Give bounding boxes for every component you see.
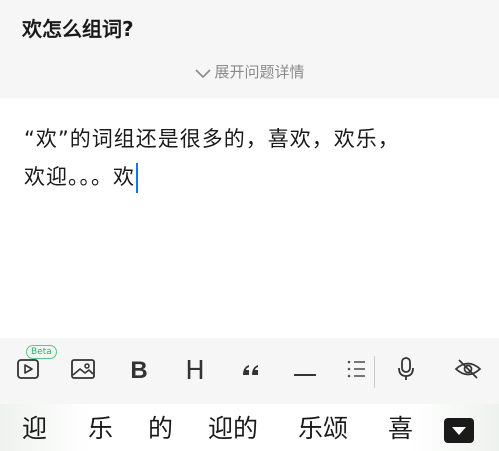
microphone-icon [396,356,416,386]
heading-button[interactable]: H [180,338,210,404]
candidate-item[interactable]: 乐颂 [298,412,348,446]
question-title: 欢怎么组词? [22,17,134,41]
candidate-item[interactable]: 的 [148,412,173,446]
divider-button[interactable] [290,338,320,404]
voice-input-button[interactable] [392,338,420,404]
list-button[interactable] [344,338,368,404]
text-caret [136,163,138,193]
quote-button[interactable] [236,338,266,404]
bold-button[interactable]: B [124,338,154,404]
editor-line-2: 欢迎。。。欢 [24,165,135,189]
editor-line-1: “欢”的词组还是很多的，喜欢，欢乐， [24,127,400,151]
candidate-item[interactable]: 迎 [22,412,47,446]
candidate-item[interactable]: 乐 [88,412,113,446]
horizontal-rule-icon [293,362,317,381]
toolbar-separator [374,356,375,388]
hide-toolbar-button[interactable] [452,338,484,404]
quote-icon [240,361,262,381]
editor-toolbar: Beta B H [0,338,499,404]
chevron-down-icon [194,63,214,81]
ime-candidate-bar: 迎 乐 的 迎的 乐颂 喜 [0,404,499,451]
video-icon [16,358,40,384]
expand-details-link[interactable]: 展开问题详情 [0,60,499,84]
question-header: 欢怎么组词? 展开问题详情 [0,0,499,98]
editor-content[interactable]: “欢”的词组还是很多的，喜欢，欢乐， 欢迎。。。欢 [24,120,479,196]
candidate-item[interactable]: 迎的 [208,412,258,446]
collapse-keyboard-button[interactable] [444,418,474,443]
image-icon [70,358,96,384]
eye-off-icon [454,358,482,384]
candidate-item[interactable]: 喜 [388,412,413,446]
video-button[interactable] [12,338,44,404]
answer-editor[interactable]: “欢”的词组还是很多的，喜欢，欢乐， 欢迎。。。欢 [0,98,499,338]
triangle-down-icon [451,421,467,440]
expand-details-label: 展开问题详情 [214,63,305,81]
ordered-list-icon [346,358,366,384]
image-button[interactable] [66,338,100,404]
